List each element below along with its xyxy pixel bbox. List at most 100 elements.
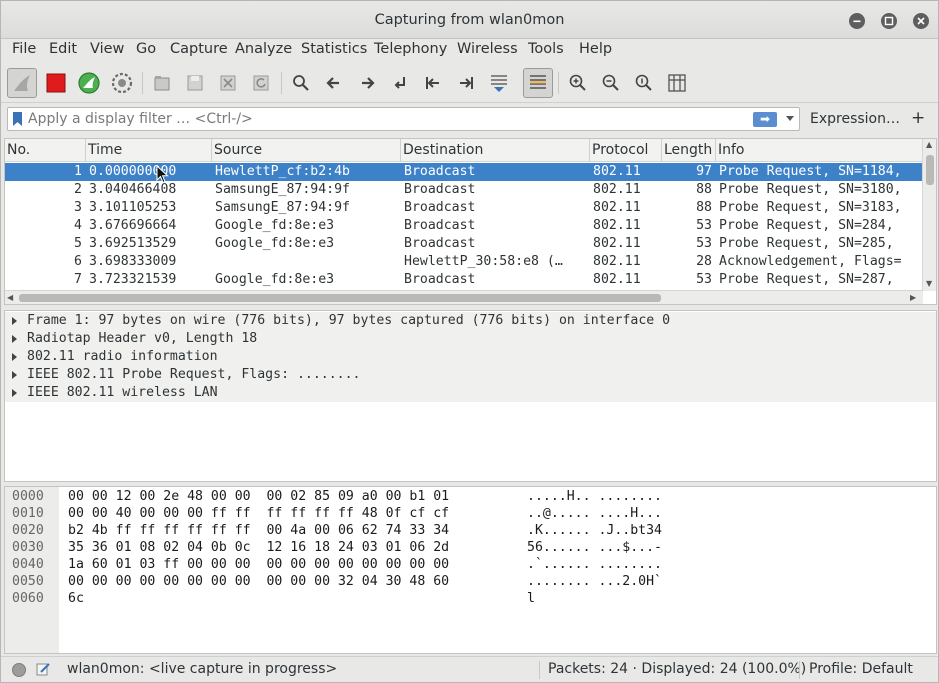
display-filter-input[interactable]: Apply a display filter … <Ctrl-/> ➡ xyxy=(7,107,800,131)
column-header-time[interactable]: Time xyxy=(86,139,212,162)
column-header-destination[interactable]: Destination xyxy=(401,139,590,162)
byte-hex: 00 00 00 00 00 00 00 00 00 00 00 32 04 3… xyxy=(68,574,450,589)
go-to-packet-icon[interactable] xyxy=(385,68,415,98)
menu-wireless[interactable]: Wireless xyxy=(457,41,518,57)
column-header-no[interactable]: No. xyxy=(5,139,86,162)
expand-arrow-icon[interactable] xyxy=(12,353,17,361)
open-file-icon[interactable] xyxy=(147,68,177,98)
horizontal-scroll-thumb[interactable] xyxy=(19,294,661,302)
colorize-icon[interactable] xyxy=(523,68,553,98)
title-bar[interactable]: Capturing from wlan0mon xyxy=(1,1,938,39)
expression-button[interactable]: Expression… xyxy=(810,111,900,127)
column-header-protocol[interactable]: Protocol xyxy=(590,139,662,162)
maximize-icon[interactable] xyxy=(881,13,897,29)
go-back-icon[interactable] xyxy=(319,68,349,98)
detail-text: IEEE 802.11 wireless LAN xyxy=(27,385,218,400)
minimize-icon[interactable] xyxy=(849,13,865,29)
expert-info-icon[interactable] xyxy=(12,663,26,677)
filter-history-dropdown-icon[interactable] xyxy=(786,116,794,121)
expand-arrow-icon[interactable] xyxy=(12,371,17,379)
menu-bar: File Edit View Go Capture Analyze Statis… xyxy=(1,39,938,63)
column-header-info[interactable]: Info xyxy=(716,139,923,162)
byte-hex: 35 36 01 08 02 04 0b 0c 12 16 18 24 03 0… xyxy=(68,540,450,555)
go-forward-icon[interactable] xyxy=(352,68,382,98)
packet-list-vertical-scrollbar[interactable]: ▲ ▼ xyxy=(922,139,936,291)
menu-analyze[interactable]: Analyze xyxy=(235,41,292,57)
packet-row[interactable]: 1 0.000000000 HewlettP_cf:b2:4b Broadcast 80… xyxy=(5,163,923,181)
last-packet-icon[interactable] xyxy=(451,68,481,98)
byte-row[interactable]: 0040 1a 60 01 03 ff 00 00 00 00 00 00 00 … xyxy=(5,556,935,573)
menu-edit[interactable]: Edit xyxy=(49,41,77,57)
column-header-source[interactable]: Source xyxy=(212,139,401,162)
column-header-length[interactable]: Length xyxy=(662,139,716,162)
packet-row[interactable]: 2 3.040466408 SamsungE_87:94:9f Broadcast 80… xyxy=(5,181,923,199)
capture-status-text: wlan0mon: <live capture in progress> xyxy=(67,661,338,677)
detail-row-frame[interactable]: Frame 1: 97 bytes on wire (776 bits), 97… xyxy=(5,312,936,330)
menu-help[interactable]: Help xyxy=(579,41,612,57)
expand-arrow-icon[interactable] xyxy=(12,335,17,343)
cell-source: HewlettP_cf:b2:4b xyxy=(215,164,350,179)
restart-capture-icon[interactable] xyxy=(74,68,104,98)
menu-go[interactable]: Go xyxy=(136,41,156,57)
status-separator xyxy=(539,661,540,679)
cell-destination: HewlettP_30:58:e8 (… xyxy=(404,254,563,269)
menu-capture[interactable]: Capture xyxy=(170,41,228,57)
capture-comment-icon[interactable] xyxy=(35,661,51,677)
detail-text: IEEE 802.11 Probe Request, Flags: ......… xyxy=(27,367,361,382)
detail-row-radiotap[interactable]: Radiotap Header v0, Length 18 xyxy=(5,330,936,348)
menu-statistics[interactable]: Statistics xyxy=(301,41,367,57)
capture-options-icon[interactable] xyxy=(107,68,137,98)
first-packet-icon[interactable] xyxy=(418,68,448,98)
zoom-in-icon[interactable] xyxy=(563,68,593,98)
close-file-icon[interactable] xyxy=(213,68,243,98)
reload-file-icon[interactable] xyxy=(246,68,276,98)
find-packet-icon[interactable] xyxy=(286,68,316,98)
packet-row[interactable]: 6 3.698333009 HewlettP_30:58:e8 (… 802.11 28… xyxy=(5,253,923,271)
detail-row-probe-request[interactable]: IEEE 802.11 Probe Request, Flags: ......… xyxy=(5,366,936,384)
packet-row[interactable]: 7 3.723321539 Google_fd:8e:e3 Broadcast 802.… xyxy=(5,271,923,289)
byte-row[interactable]: 0050 00 00 00 00 00 00 00 00 00 00 00 32 … xyxy=(5,573,935,590)
add-filter-button[interactable]: + xyxy=(911,108,925,128)
profile-selector[interactable]: Profile: Default xyxy=(809,661,913,677)
cell-source: Google_fd:8e:e3 xyxy=(215,236,335,251)
apply-filter-arrow-icon[interactable]: ➡ xyxy=(753,112,777,127)
packet-list[interactable]: No. Time Source Destination Protocol Len… xyxy=(4,138,937,305)
menu-telephony[interactable]: Telephony xyxy=(374,41,447,57)
scroll-left-icon[interactable]: ◀ xyxy=(7,293,13,302)
byte-row[interactable]: 0030 35 36 01 08 02 04 0b 0c 12 16 18 24 … xyxy=(5,539,935,556)
scroll-up-icon[interactable]: ▲ xyxy=(926,140,932,149)
packet-row[interactable]: 5 3.692513529 Google_fd:8e:e3 Broadcast 802.… xyxy=(5,235,923,253)
byte-row[interactable]: 0010 00 00 40 00 00 00 ff ff ff ff ff ff … xyxy=(5,505,935,522)
packet-row[interactable]: 4 3.676696664 Google_fd:8e:e3 Broadcast 802.… xyxy=(5,217,923,235)
detail-row-radio-info[interactable]: 802.11 radio information xyxy=(5,348,936,366)
stop-capture-icon[interactable] xyxy=(41,68,71,98)
byte-row[interactable]: 0060 6c l xyxy=(5,590,935,607)
packet-row[interactable]: 3 3.101105253 SamsungE_87:94:9f Broadcast 80… xyxy=(5,199,923,217)
byte-row[interactable]: 0000 00 00 12 00 2e 48 00 00 00 02 85 09 … xyxy=(5,488,935,505)
shark-fin-start-icon[interactable] xyxy=(7,68,37,98)
cell-time: 3.040466408 xyxy=(89,182,177,197)
packet-details-pane[interactable]: Frame 1: 97 bytes on wire (776 bits), 97… xyxy=(4,310,937,482)
packet-list-horizontal-scrollbar[interactable]: ◀ ▶ xyxy=(5,290,923,304)
menu-view[interactable]: View xyxy=(90,41,124,57)
detail-row-wireless-lan[interactable]: IEEE 802.11 wireless LAN xyxy=(5,384,936,402)
byte-row[interactable]: 0020 b2 4b ff ff ff ff ff ff 00 4a 00 06 … xyxy=(5,522,935,539)
cell-no: 3 xyxy=(74,200,82,215)
cell-no: 7 xyxy=(74,272,82,287)
expand-arrow-icon[interactable] xyxy=(12,389,17,397)
menu-tools[interactable]: Tools xyxy=(528,41,564,57)
autoscroll-icon[interactable] xyxy=(484,68,514,98)
close-icon[interactable] xyxy=(913,13,929,29)
cell-time: 0.000000000 xyxy=(89,164,177,179)
filter-bookmark-icon[interactable] xyxy=(13,112,22,126)
resize-columns-icon[interactable] xyxy=(662,68,692,98)
packet-bytes-pane[interactable]: 0000 00 00 12 00 2e 48 00 00 00 02 85 09 … xyxy=(4,486,937,654)
save-file-icon[interactable] xyxy=(180,68,210,98)
menu-file[interactable]: File xyxy=(12,41,36,57)
vertical-scroll-thumb[interactable] xyxy=(926,155,934,185)
expand-arrow-icon[interactable] xyxy=(12,317,17,325)
zoom-out-icon[interactable] xyxy=(596,68,626,98)
scroll-right-icon[interactable]: ▶ xyxy=(910,293,916,302)
normal-size-icon[interactable] xyxy=(629,68,659,98)
scroll-down-icon[interactable]: ▼ xyxy=(926,279,932,288)
